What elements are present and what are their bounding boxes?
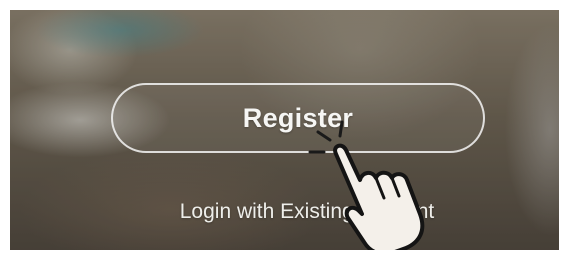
login-existing-account-link[interactable]: Login with Existing Account (10, 200, 559, 224)
onboarding-screen: Register Login with Existing Account (10, 10, 559, 250)
tap-hand-icon (308, 120, 425, 250)
